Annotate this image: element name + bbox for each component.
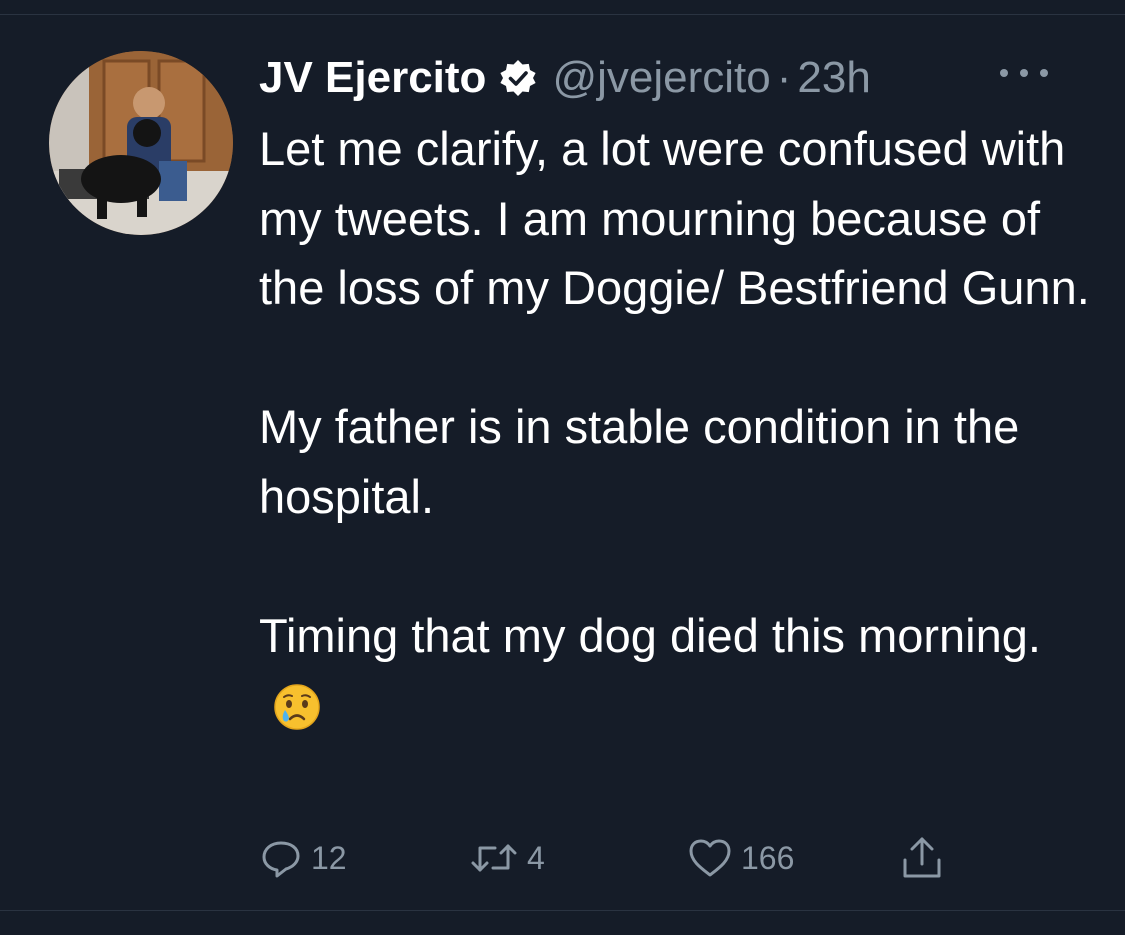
separator-dot: · — [776, 53, 792, 102]
tweet-header: JV Ejercito @jvejercito · 23h — [259, 50, 871, 106]
tweet-text-container: Let me clarify, a lot were confused with… — [259, 114, 1099, 750]
share-button[interactable] — [899, 833, 945, 883]
tweet-text: Let me clarify, a lot were confused with… — [259, 122, 1090, 662]
bottom-divider — [0, 910, 1125, 911]
reply-button[interactable]: 12 — [259, 833, 347, 883]
tweet-actions: 12 4 166 — [259, 833, 959, 883]
display-name[interactable]: JV Ejercito — [259, 50, 486, 106]
retweet-button[interactable]: 4 — [469, 833, 545, 883]
avatar[interactable] — [49, 51, 233, 235]
handle[interactable]: @jvejercito — [552, 50, 770, 106]
more-dot — [1040, 69, 1048, 77]
retweet-icon — [471, 844, 517, 872]
more-dot — [1020, 69, 1028, 77]
more-dot — [1000, 69, 1008, 77]
verified-badge-icon — [498, 58, 538, 98]
heart-icon — [689, 839, 731, 877]
more-options-icon[interactable] — [1000, 58, 1048, 88]
share-icon — [903, 837, 941, 878]
top-divider — [0, 14, 1125, 15]
reply-icon — [262, 841, 300, 878]
timestamp[interactable]: 23h — [797, 50, 870, 106]
like-button[interactable]: 166 — [687, 833, 794, 883]
reply-count: 12 — [311, 839, 347, 876]
like-count: 166 — [741, 839, 795, 876]
retweet-count: 4 — [527, 839, 545, 876]
crying-face-icon — [273, 680, 321, 750]
